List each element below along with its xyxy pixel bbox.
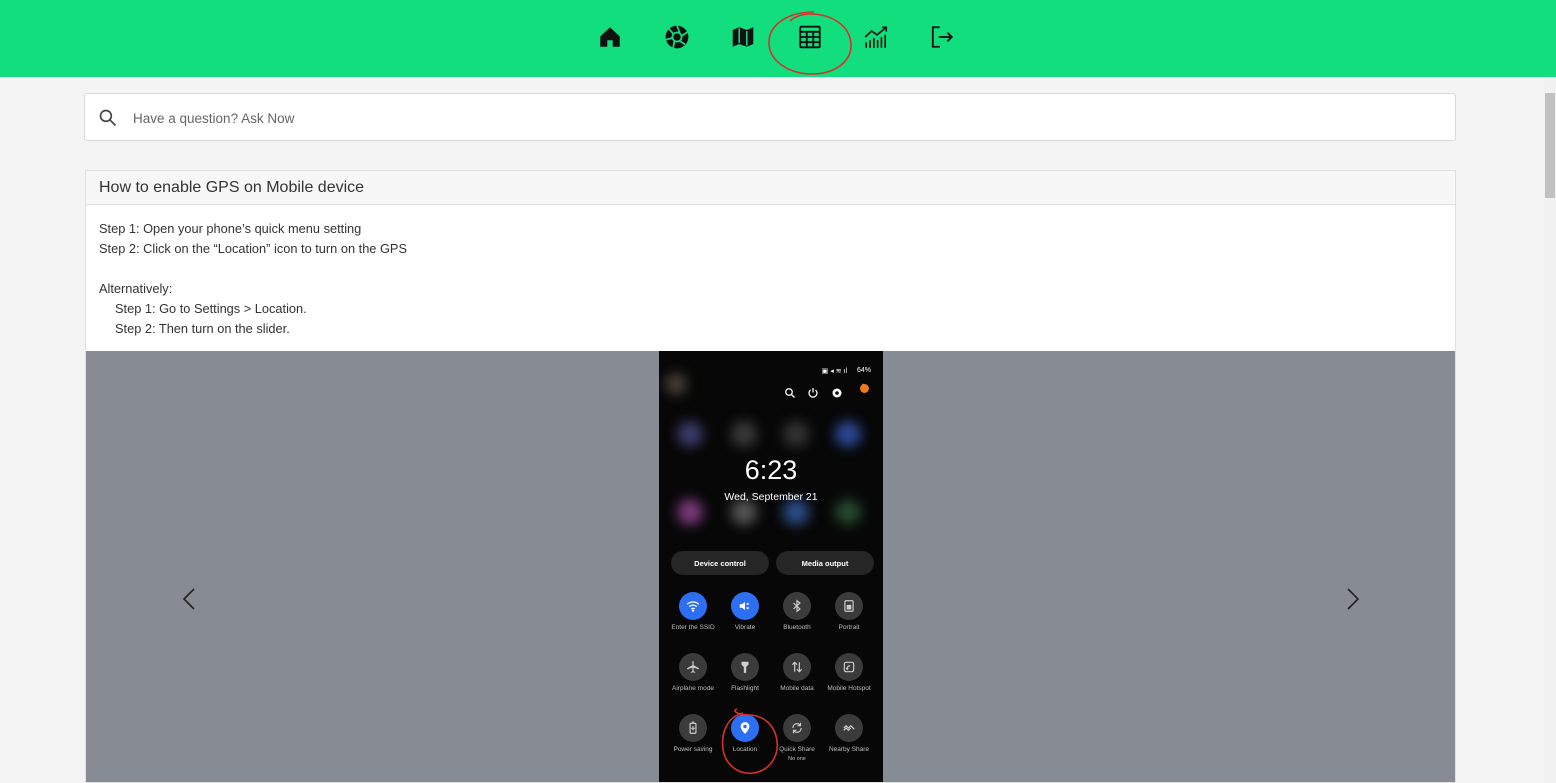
chart-icon[interactable] xyxy=(859,20,893,54)
faq-step: Step 2: Click on the “Location” icon to … xyxy=(99,241,408,256)
search-input[interactable] xyxy=(131,102,1435,134)
faq-card: How to enable GPS on Mobile device Step … xyxy=(85,170,1456,783)
tile-label: Portrait xyxy=(838,624,860,631)
notification-dot xyxy=(860,384,869,393)
search-icon xyxy=(99,109,117,127)
aperture-icon[interactable] xyxy=(660,20,694,54)
tile-label: Airplane mode xyxy=(672,685,714,692)
flashlight-icon xyxy=(731,653,759,681)
image-carousel: 64% ▣ ◂ ≋ ıl ⋮ 6:23 Wed, September 21 De… xyxy=(86,351,1455,782)
quick-share-icon xyxy=(783,714,811,742)
mobile-data-icon xyxy=(783,653,811,681)
media-output-button: Media output xyxy=(776,551,874,575)
scrollbar-thumb[interactable] xyxy=(1545,93,1555,198)
tile-label: Enter the SSID xyxy=(671,624,715,631)
hotspot-icon xyxy=(835,653,863,681)
tile-label: Nearby Share xyxy=(828,746,870,753)
tile-label: Vibrate xyxy=(734,624,756,631)
carousel-next-arrow[interactable] xyxy=(1340,587,1364,611)
bluetooth-icon xyxy=(783,592,811,620)
vibrate-icon xyxy=(731,592,759,620)
phone-status: 64% xyxy=(856,367,871,374)
faq-body: Step 1: Open your phone’s quick menu set… xyxy=(86,205,1455,339)
faq-title[interactable]: How to enable GPS on Mobile device xyxy=(86,171,1455,205)
nearby-share-icon xyxy=(835,714,863,742)
location-annotation-circle xyxy=(721,708,778,774)
portrait-icon xyxy=(835,592,863,620)
phone-date: Wed, September 21 xyxy=(724,491,818,503)
table-icon[interactable] xyxy=(793,20,827,54)
carousel-prev-arrow[interactable] xyxy=(178,587,202,611)
tile-label: Mobile Hotspot xyxy=(827,685,871,692)
phone-status-icons: ▣ ◂ ≋ ıl xyxy=(821,368,847,375)
search-bar xyxy=(84,93,1456,141)
airplane-icon xyxy=(679,653,707,681)
phone-search-icon xyxy=(785,388,795,398)
faq-step: Step 1: Open your phone’s quick menu set… xyxy=(99,221,362,236)
alternatively-label: Alternatively: xyxy=(99,281,173,296)
phone-screenshot: 64% ▣ ◂ ≋ ıl ⋮ 6:23 Wed, September 21 De… xyxy=(659,351,883,782)
home-icon[interactable] xyxy=(593,20,627,54)
top-nav-bar xyxy=(0,0,1556,77)
tile-label: Bluetooth xyxy=(783,624,811,631)
tile-label: Power saving xyxy=(673,746,713,753)
logout-icon[interactable] xyxy=(925,20,959,54)
tile-label: Mobile data xyxy=(780,685,814,692)
wifi-icon xyxy=(679,592,707,620)
power-saving-icon xyxy=(679,714,707,742)
tile-label: Flashlight xyxy=(731,685,759,692)
faq-alt-step: Step 1: Go to Settings > Location. xyxy=(115,301,307,316)
faq-alt-step: Step 2: Then turn on the slider. xyxy=(115,321,290,336)
phone-settings-icon xyxy=(832,388,842,398)
phone-time: 6:23 xyxy=(744,455,798,485)
phone-power-icon xyxy=(808,388,818,398)
device-control-button: Device control xyxy=(671,551,769,575)
map-icon[interactable] xyxy=(726,20,760,54)
